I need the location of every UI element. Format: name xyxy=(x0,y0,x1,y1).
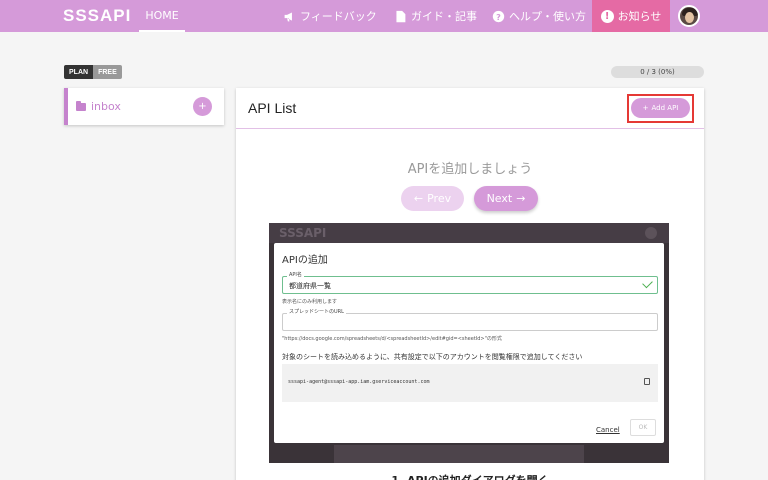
service-account-box: sssapi-agent@sssapi-app.iam.gserviceacco… xyxy=(282,364,658,402)
tutorial-screenshot: SSSAPI APIの追加 API名 都道府県一覧 表示名にのみ利用します スプ… xyxy=(269,223,669,463)
nav-feedback-label: フィードバック xyxy=(300,10,377,23)
api-name-field: API名 都道府県一覧 xyxy=(282,271,658,294)
copy-icon xyxy=(644,378,650,385)
next-button[interactable]: Next → xyxy=(474,186,538,211)
api-list-panel: API List + Add API APIを追加しましょう ← Prev Ne… xyxy=(236,88,704,480)
check-icon xyxy=(642,277,653,289)
navbar: SSSAPI HOME フィードバック ガイド・記事 ? ヘルプ・使い方 ! お… xyxy=(0,0,768,32)
folder-icon xyxy=(76,100,86,111)
nav-notify-label: お知らせ xyxy=(617,10,662,23)
megaphone-icon xyxy=(284,11,292,21)
add-api-button[interactable]: + Add API xyxy=(631,98,690,118)
gear-icon xyxy=(645,227,657,239)
tutorial-brand: SSSAPI xyxy=(279,226,327,240)
dialog-ok: OK xyxy=(630,419,656,436)
api-name-value: 都道府県一覧 xyxy=(289,282,331,290)
sheet-url-label: スプレッドシートのURL xyxy=(287,308,346,315)
sheet-url-field: スプレッドシートのURL xyxy=(282,308,658,331)
nav-help[interactable]: ? ヘルプ・使い方 xyxy=(492,0,586,32)
avatar[interactable] xyxy=(678,5,700,27)
add-api-dialog: APIの追加 API名 都道府県一覧 表示名にのみ利用します スプレッドシートの… xyxy=(274,243,664,443)
add-folder-button[interactable]: + xyxy=(193,97,212,116)
api-name-label: API名 xyxy=(287,271,304,278)
nav-feedback[interactable]: フィードバック xyxy=(283,0,377,32)
svg-text:?: ? xyxy=(496,11,501,21)
plan-badge: PLAN FREE xyxy=(64,65,122,79)
nav-guide[interactable]: ガイド・記事 xyxy=(394,0,477,32)
step-caption: 1. APIの追加ダイアログを開く xyxy=(236,472,704,480)
sheet-url-help: "https://docs.google.com/spreadsheets/d/… xyxy=(282,336,502,342)
prev-label: Prev xyxy=(427,192,452,205)
nav-notifications[interactable]: ! お知らせ xyxy=(592,0,670,32)
page-title: API List xyxy=(248,100,297,116)
plus-icon: + xyxy=(642,104,649,112)
dialog-cancel: Cancel xyxy=(596,426,620,434)
nav-guide-label: ガイド・記事 xyxy=(411,10,477,23)
api-name-help: 表示名にのみ利用します xyxy=(282,299,338,305)
sidebar-folder-inbox[interactable]: inbox + xyxy=(64,88,224,125)
arrow-left-icon: ← xyxy=(413,192,424,205)
arrow-right-icon: → xyxy=(516,192,526,205)
prev-button[interactable]: ← Prev xyxy=(401,186,464,211)
empty-hint: APIを追加しましょう xyxy=(407,162,533,177)
plan-value: FREE xyxy=(93,65,122,79)
dialog-title: APIの追加 xyxy=(282,255,328,266)
alert-icon: ! xyxy=(600,9,614,23)
question-icon: ? xyxy=(492,10,505,22)
share-instruction: 対象のシートを読み込めるように、共有設定で以下のアカウントを閲覧権限で追加してく… xyxy=(282,353,583,361)
next-label: Next xyxy=(486,192,513,205)
folder-label: inbox xyxy=(91,100,121,113)
nav-help-label: ヘルプ・使い方 xyxy=(509,10,586,23)
brand-logo[interactable]: SSSAPI xyxy=(63,6,131,26)
document-icon xyxy=(396,10,406,22)
panel-header: API List + Add API xyxy=(236,88,704,129)
plan-label: PLAN xyxy=(64,65,94,79)
quota-bar: 0 / 3 (0%) xyxy=(611,66,704,78)
add-api-label: Add API xyxy=(651,104,679,112)
service-account-email: sssapi-agent@sssapi-app.iam.gserviceacco… xyxy=(288,379,430,385)
nav-home[interactable]: HOME xyxy=(139,0,185,32)
